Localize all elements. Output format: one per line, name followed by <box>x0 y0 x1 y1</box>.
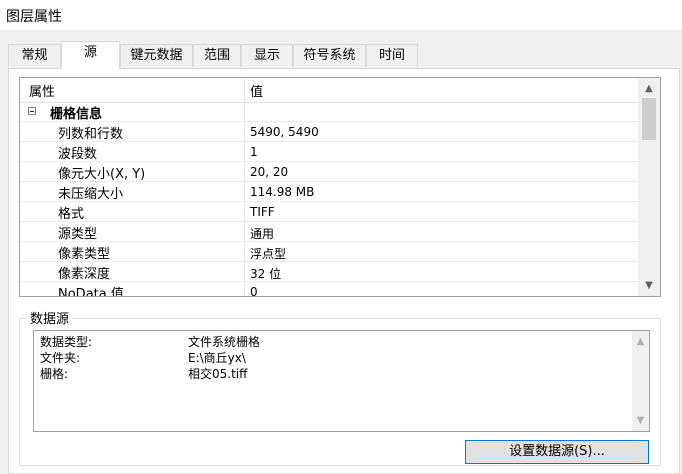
chevron-down-icon[interactable]: ▼ <box>638 277 660 294</box>
datasource-key: 数据类型: <box>40 335 93 349</box>
property-row[interactable]: NoData 值 0 <box>20 282 638 297</box>
group-label: 栅格信息 <box>50 107 103 122</box>
datasource-scrollbar[interactable]: ▲ ▼ <box>632 331 649 431</box>
property-grid[interactable]: 属性 值 栅格信息 列数和行数 5490, 5490 波段数 1 像元大小(X,… <box>19 77 661 297</box>
property-key: 列数和行数 <box>58 127 124 142</box>
property-row[interactable]: 像素深度 32 位 <box>20 262 638 282</box>
property-row[interactable]: 列数和行数 5490, 5490 <box>20 122 638 142</box>
tab-time[interactable]: 时间 <box>366 44 418 67</box>
property-value: 32 位 <box>250 267 282 281</box>
datasource-group-label: 数据源 <box>27 308 73 327</box>
grid-header: 属性 值 <box>20 78 638 103</box>
property-row[interactable]: 源类型 通用 <box>20 222 638 242</box>
property-value: 1 <box>250 145 258 159</box>
property-key: 波段数 <box>58 147 98 162</box>
datasource-textbox[interactable]: 数据类型: 文件系统栅格 文件夹: E:\商丘yx\ 栅格: 相交05.tiff… <box>33 330 650 432</box>
property-value: 浮点型 <box>250 247 287 261</box>
property-row[interactable]: 未压缩大小 114.98 MB <box>20 182 638 202</box>
property-key: 未压缩大小 <box>58 187 124 202</box>
collapse-minus-icon[interactable] <box>28 107 36 115</box>
property-key: 格式 <box>58 207 85 222</box>
property-grid-scrollbar[interactable]: ▲ ▼ <box>638 78 660 296</box>
datasource-key: 文件夹: <box>40 351 81 365</box>
chevron-up-icon[interactable]: ▲ <box>638 80 660 97</box>
scroll-thumb[interactable] <box>642 98 656 140</box>
chevron-down-icon[interactable]: ▼ <box>632 412 649 429</box>
group-row-raster-info[interactable]: 栅格信息 <box>20 102 638 122</box>
tab-general[interactable]: 常规 <box>8 44 61 67</box>
tab-extent[interactable]: 范围 <box>193 44 241 67</box>
datasource-key: 栅格: <box>40 367 69 381</box>
datasource-value: 文件系统栅格 <box>188 335 261 349</box>
property-row[interactable]: 波段数 1 <box>20 142 638 162</box>
property-value: 0 <box>250 285 258 297</box>
property-value: TIFF <box>250 205 275 219</box>
datasource-value: E:\商丘yx\ <box>188 351 246 365</box>
tab-symbology[interactable]: 符号系统 <box>293 44 366 67</box>
property-key: 源类型 <box>58 227 98 242</box>
window-title: 图层属性 <box>6 9 62 25</box>
property-value: 5490, 5490 <box>250 125 319 139</box>
property-key: 像元大小(X, Y) <box>58 167 146 182</box>
property-key: NoData 值 <box>58 287 124 297</box>
property-value: 20, 20 <box>250 165 289 179</box>
chevron-up-icon[interactable]: ▲ <box>632 333 649 350</box>
property-value: 114.98 MB <box>250 185 315 199</box>
title-bar: 图层属性 <box>0 0 682 30</box>
header-value[interactable]: 值 <box>250 81 263 100</box>
property-value: 通用 <box>250 227 275 241</box>
property-key: 像素深度 <box>58 267 111 282</box>
property-row[interactable]: 像素类型 浮点型 <box>20 242 638 262</box>
property-key: 像素类型 <box>58 247 111 262</box>
property-row[interactable]: 像元大小(X, Y) 20, 20 <box>20 162 638 182</box>
tab-key-metadata[interactable]: 键元数据 <box>120 44 193 67</box>
tab-source[interactable]: 源 <box>61 41 120 69</box>
tab-display[interactable]: 显示 <box>241 44 293 67</box>
header-property[interactable]: 属性 <box>29 81 55 100</box>
property-row[interactable]: 格式 TIFF <box>20 202 638 222</box>
datasource-value: 相交05.tiff <box>188 367 248 381</box>
set-datasource-button[interactable]: 设置数据源(S)... <box>465 440 649 464</box>
tab-strip: 常规 源 键元数据 范围 显示 符号系统 时间 <box>8 41 682 69</box>
